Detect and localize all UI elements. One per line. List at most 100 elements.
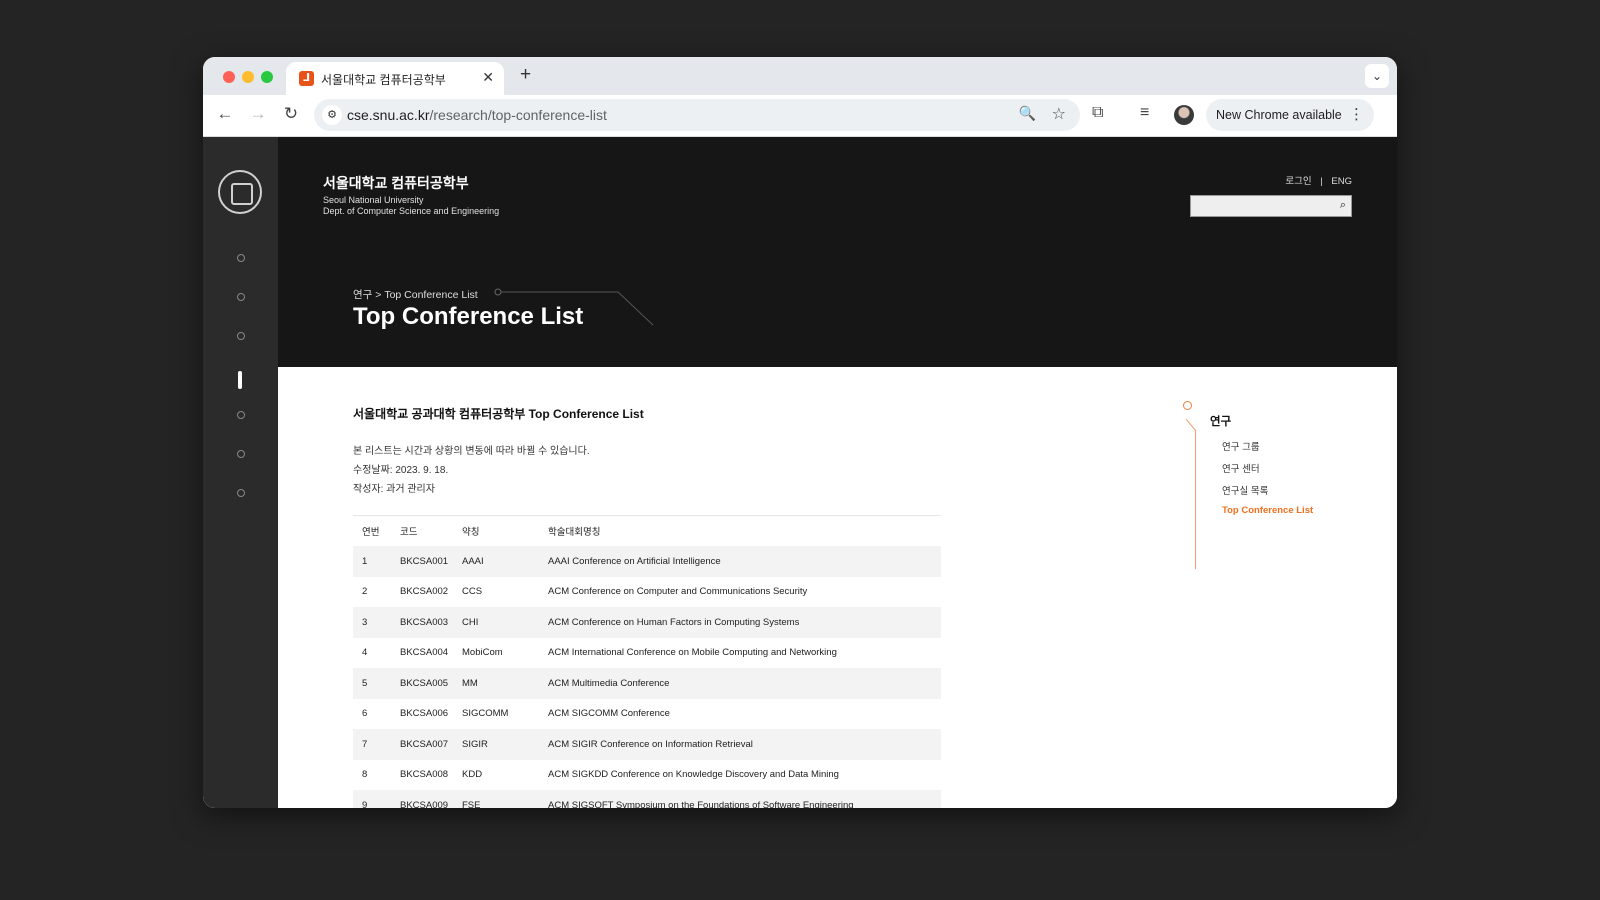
subnav-item-top-conference-list[interactable]: Top Conference List	[1222, 505, 1313, 516]
page-header: 서울대학교 컴퓨터공학부 Seoul National University D…	[278, 137, 1397, 367]
table-cell: BKCSA003	[400, 616, 449, 628]
table-cell: SIGIR	[462, 738, 488, 750]
subnav-item-research-centers[interactable]: 연구 센터	[1222, 461, 1260, 475]
table-cell: 8	[362, 769, 368, 781]
maximize-window-button[interactable]	[261, 71, 273, 83]
subnav-title[interactable]: 연구	[1210, 413, 1231, 429]
column-header: 약칭	[461, 515, 547, 546]
document-note: 본 리스트는 시간과 상황의 변동에 따라 바뀔 수 있습니다.	[353, 446, 590, 457]
table-row: 6 BKCSA006 SIGCOMM ACM SIGCOMM Conference	[353, 699, 941, 730]
back-arrow-icon[interactable]: ←	[214, 104, 236, 124]
site-favicon-icon: ⅃	[299, 71, 314, 86]
browser-tab[interactable]: ⅃ 서울대학교 컴퓨터공학부 ✕	[286, 62, 504, 95]
site-info-icon[interactable]: ⚙	[322, 105, 342, 125]
column-header: 연번	[353, 515, 399, 546]
column-header: 학술대회명칭	[547, 515, 941, 546]
university-logo[interactable]	[218, 170, 262, 214]
table-cell: ACM Conference on Computer and Communica…	[548, 586, 808, 598]
tab-title: 서울대학교 컴퓨터공학부	[321, 73, 446, 87]
table-cell: FSE	[462, 799, 481, 808]
table-cell: AAAI	[462, 555, 484, 567]
table-header-row: 연번 코드 약칭 학술대회명칭	[353, 515, 941, 546]
close-window-button[interactable]	[223, 71, 235, 83]
zoom-icon[interactable]: 🔍	[1019, 105, 1036, 122]
table-cell: BKCSA004	[400, 647, 449, 659]
media-icon[interactable]: ≡	[1140, 104, 1149, 122]
table-cell: BKCSA007	[400, 738, 449, 750]
utility-links: 로그인 | ENG	[1279, 173, 1352, 187]
table-cell: 9	[362, 799, 368, 808]
lang-link[interactable]: ENG	[1331, 176, 1352, 187]
table-cell: BKCSA001	[400, 555, 449, 567]
web-page: 서울대학교 컴퓨터공학부 Seoul National University D…	[203, 137, 1397, 808]
table-row: 5 BKCSA005 MM ACM Multimedia Conference	[353, 668, 941, 699]
table-cell: 5	[362, 677, 368, 689]
subnav-item-research-groups[interactable]: 연구 그룹	[1222, 439, 1260, 453]
table-cell: ACM International Conference on Mobile C…	[548, 647, 837, 659]
subnav-marker	[1183, 401, 1192, 410]
url-text[interactable]: cse.snu.ac.kr/research/top-conference-li…	[347, 107, 607, 123]
table-row: 2 BKCSA002 CCS ACM Conference on Computer a…	[353, 577, 941, 608]
column-header: 코드	[399, 515, 461, 546]
document-date: 수정날짜: 2023. 9. 18.	[353, 465, 449, 476]
forward-arrow-icon[interactable]: →	[247, 104, 269, 124]
tab-strip: ⅃ 서울대학교 컴퓨터공학부 ✕ + ⌄	[203, 57, 1397, 95]
more-icon[interactable]: ⋮	[1349, 105, 1364, 123]
search-icon[interactable]: ⌕	[1340, 199, 1346, 212]
rail-nav-dot[interactable]	[237, 450, 245, 458]
site-name-ko[interactable]: 서울대학교 컴퓨터공학부	[323, 173, 469, 193]
rail-nav-dot[interactable]	[237, 254, 245, 262]
table-cell: BKCSA002	[400, 586, 449, 598]
table-cell: ACM SIGCOMM Conference	[548, 708, 670, 720]
site-name-en-line1: Seoul National University	[323, 195, 424, 205]
subnav-line	[1195, 431, 1196, 569]
breadcrumb-separator: >	[375, 289, 382, 301]
breadcrumb-parent[interactable]: 연구	[353, 289, 372, 301]
table-row: 4 BKCSA004 MobiCom ACM International Confer…	[353, 638, 941, 669]
site-name-en-line2: Dept. of Computer Science and Engineerin…	[323, 206, 500, 216]
table-cell: 6	[362, 708, 368, 720]
table-row: 1 BKCSA001 AAAI AAAI Conference on Artifici…	[353, 546, 941, 577]
table-row: 9 BKCSA009 FSE ACM SIGSOFT Symposium on the…	[353, 790, 941, 808]
breadcrumb-current: Top Conference List	[384, 289, 478, 301]
breadcrumb: 연구 > Top Conference List	[353, 287, 478, 302]
browser-toolbar: ← → ↻ ⚙ cse.snu.ac.kr/research/top-confe…	[203, 95, 1397, 137]
subnav-connector	[1185, 419, 1197, 432]
chevron-down-icon[interactable]: ⌄	[1365, 64, 1389, 88]
table-cell: MM	[462, 677, 478, 689]
minimize-window-button[interactable]	[242, 71, 254, 83]
close-icon[interactable]: ✕	[482, 69, 494, 86]
rail-nav-active[interactable]	[238, 371, 242, 389]
star-icon[interactable]: ☆	[1052, 104, 1066, 124]
table-cell: BKCSA005	[400, 677, 449, 689]
update-label: New Chrome available	[1216, 108, 1342, 122]
table-cell: 7	[362, 738, 368, 750]
search-input[interactable]: ⌕	[1190, 195, 1352, 217]
rail-nav-dot[interactable]	[237, 332, 245, 340]
table-cell: BKCSA006	[400, 708, 449, 720]
document-author: 작성자: 과거 관리자	[353, 484, 435, 495]
extensions-icon[interactable]: ⧉	[1092, 104, 1103, 122]
table-cell: ACM Conference on Human Factors in Compu…	[548, 616, 800, 628]
table-cell: SIGCOMM	[462, 708, 509, 720]
rail-nav-dot[interactable]	[237, 489, 245, 497]
table-cell: 1	[362, 555, 368, 567]
table-cell: KDD	[462, 769, 483, 781]
table-cell: CCS	[462, 586, 483, 598]
table-cell: BKCSA009	[400, 799, 449, 808]
browser-window: ⅃ 서울대학교 컴퓨터공학부 ✕ + ⌄ ← → ↻ ⚙ cse.snu.ac.…	[203, 57, 1397, 808]
table-cell: 4	[362, 647, 368, 659]
document-heading: 서울대학교 공과대학 컴퓨터공학부 Top Conference List	[353, 407, 644, 421]
url-host: cse.snu.ac.kr	[347, 107, 430, 123]
rail-nav-dot[interactable]	[237, 411, 245, 419]
address-bar[interactable]: ⚙ cse.snu.ac.kr/research/top-conference-…	[314, 99, 1080, 131]
reload-icon[interactable]: ↻	[280, 104, 302, 124]
plus-icon[interactable]: +	[520, 64, 531, 86]
update-chrome-button[interactable]: New Chrome available ⋮	[1206, 99, 1374, 131]
conference-table: 연번 코드 약칭 학술대회명칭 1 BKCSA001 AAAI AAAI Confer…	[353, 515, 941, 808]
avatar[interactable]	[1174, 105, 1194, 125]
login-link[interactable]: 로그인	[1285, 176, 1311, 187]
side-rail	[203, 137, 278, 808]
subnav-item-lab-list[interactable]: 연구실 목록	[1222, 483, 1268, 497]
rail-nav-dot[interactable]	[237, 293, 245, 301]
